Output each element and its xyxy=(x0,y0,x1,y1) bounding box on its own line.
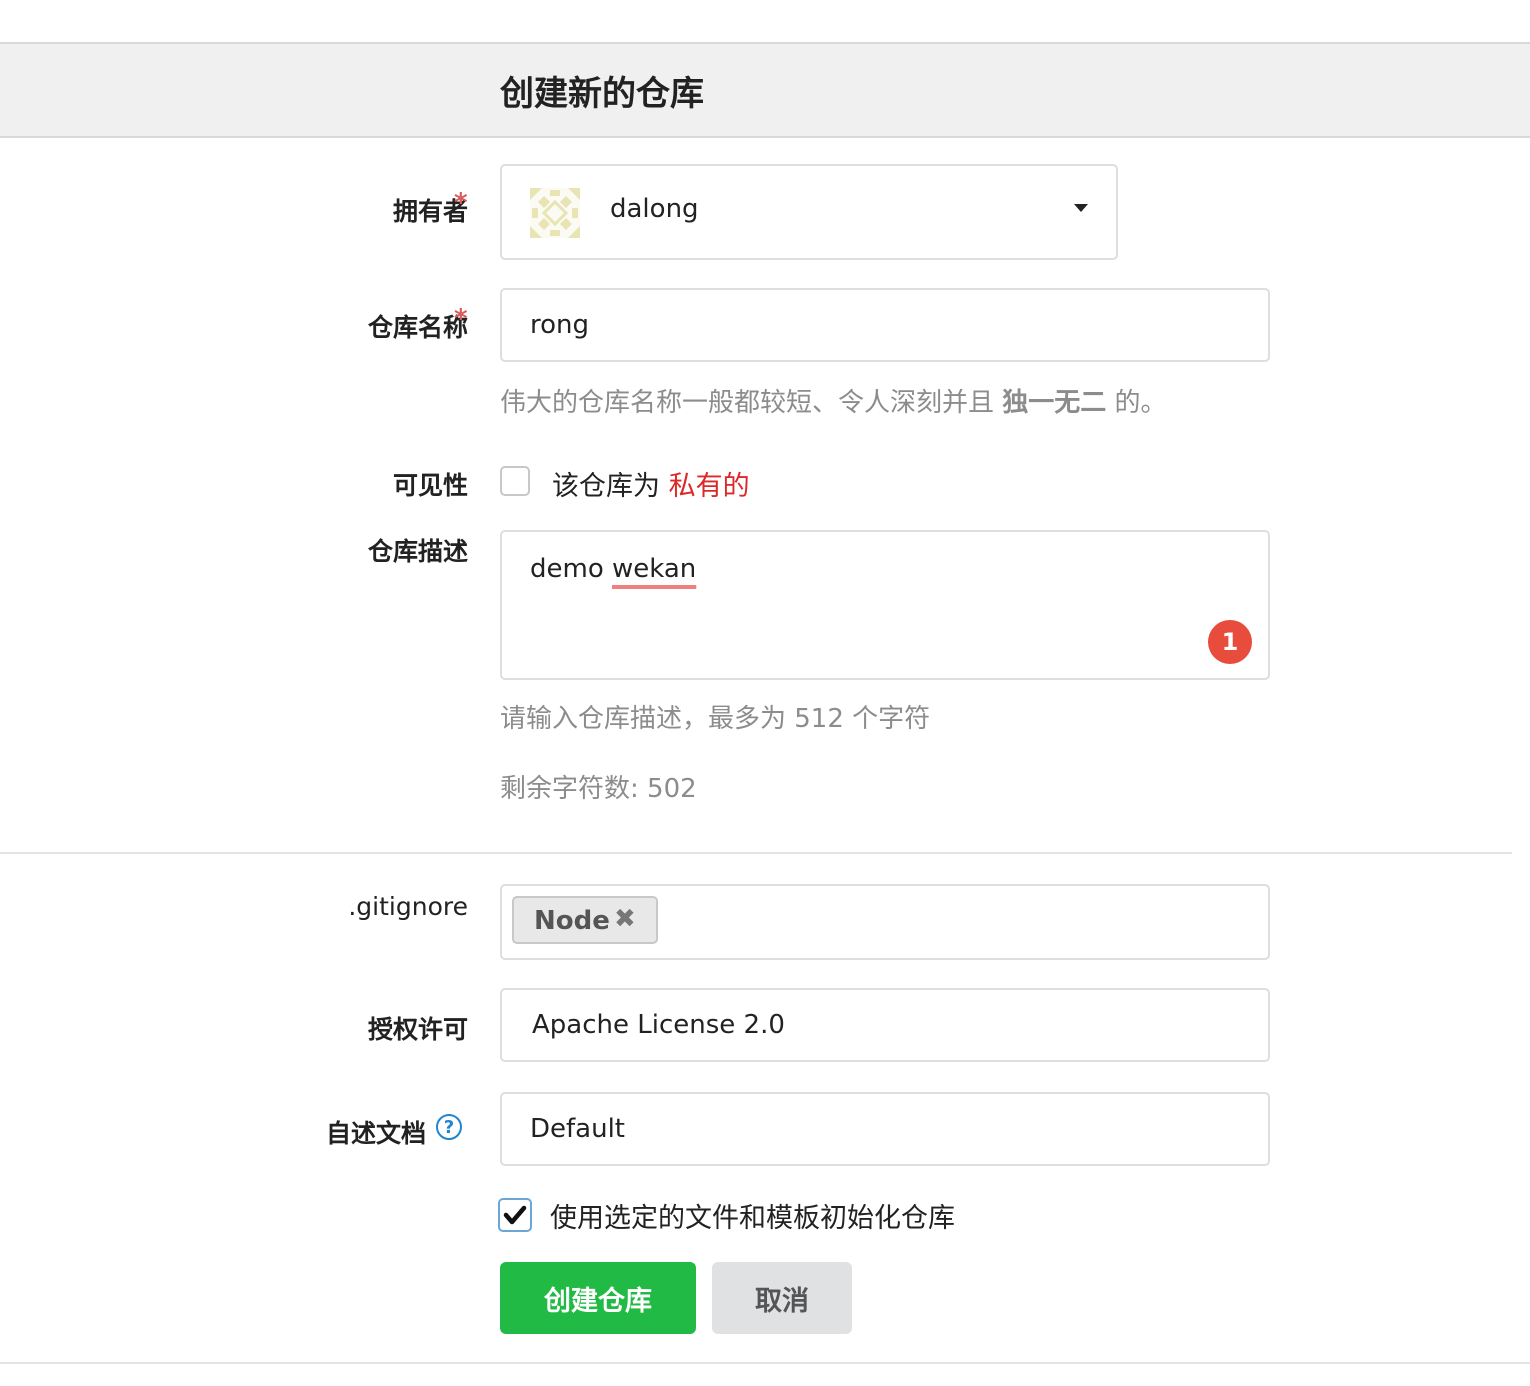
checkmark-icon xyxy=(503,1205,527,1225)
owner-dropdown[interactable]: dalong xyxy=(500,164,1118,260)
description-word-2: wekan xyxy=(612,554,697,584)
close-icon[interactable]: ✖ xyxy=(614,904,636,934)
description-value: demo wekan xyxy=(530,554,696,584)
caret-down-icon xyxy=(1074,204,1088,212)
license-value: Apache License 2.0 xyxy=(532,1010,785,1040)
cancel-button[interactable]: 取消 xyxy=(712,1262,852,1334)
gitignore-multiselect[interactable]: Node ✖ xyxy=(500,884,1270,960)
repo-name-help-prefix: 伟大的仓库名称一般都较短、令人深刻并且 xyxy=(500,388,1003,418)
description-label: 仓库描述 xyxy=(367,537,468,566)
readme-dropdown[interactable]: Default xyxy=(500,1092,1270,1166)
repo-name-label: 仓库名称 xyxy=(367,313,468,342)
visibility-label: 可见性 xyxy=(392,471,468,500)
create-repo-button[interactable]: 创建仓库 xyxy=(500,1262,696,1334)
readme-value: Default xyxy=(530,1114,625,1144)
owner-avatar xyxy=(530,188,580,238)
page-title: 创建新的仓库 xyxy=(500,74,704,114)
description-help: 请输入仓库描述，最多为 512 个字符 xyxy=(500,704,931,734)
repo-name-help-bold: 独一无二 xyxy=(1002,388,1107,418)
license-label: 授权许可 xyxy=(367,1015,468,1044)
gitignore-tag-label: Node xyxy=(534,906,610,936)
bottom-divider xyxy=(0,1362,1530,1364)
repo-name-required-mark: * xyxy=(454,304,468,334)
private-checkbox[interactable] xyxy=(500,466,530,496)
gitignore-label: .gitignore xyxy=(348,892,468,921)
auto-init-label[interactable]: 使用选定的文件和模板初始化仓库 xyxy=(550,1196,955,1235)
readme-label: 自述文档 xyxy=(325,1119,426,1148)
auto-init-checkbox[interactable] xyxy=(498,1198,532,1232)
page-header: 创建新的仓库 xyxy=(0,42,1530,138)
description-word-1: demo xyxy=(530,554,604,584)
repo-name-help: 伟大的仓库名称一般都较短、令人深刻并且 独一无二 的。 xyxy=(500,382,1167,419)
owner-value: dalong xyxy=(610,194,699,224)
private-text-prefix: 该仓库为 xyxy=(552,471,669,502)
description-textarea[interactable]: demo wekan 1 xyxy=(500,530,1270,680)
error-count-badge[interactable]: 1 xyxy=(1208,620,1252,664)
owner-required-mark: * xyxy=(454,188,468,218)
question-circle-icon[interactable]: ? xyxy=(436,1114,462,1140)
remaining-chars: 剩余字符数: 502 xyxy=(500,774,697,804)
repo-name-input[interactable]: rong xyxy=(500,288,1270,362)
repo-name-value: rong xyxy=(530,310,590,340)
section-divider xyxy=(0,852,1512,854)
private-checkbox-label[interactable]: 该仓库为 私有的 xyxy=(552,464,750,503)
license-dropdown[interactable]: Apache License 2.0 xyxy=(500,988,1270,1062)
private-text-highlight: 私有的 xyxy=(668,471,750,502)
repo-name-help-suffix: 的。 xyxy=(1106,388,1167,418)
gitignore-tag: Node ✖ xyxy=(512,896,658,944)
